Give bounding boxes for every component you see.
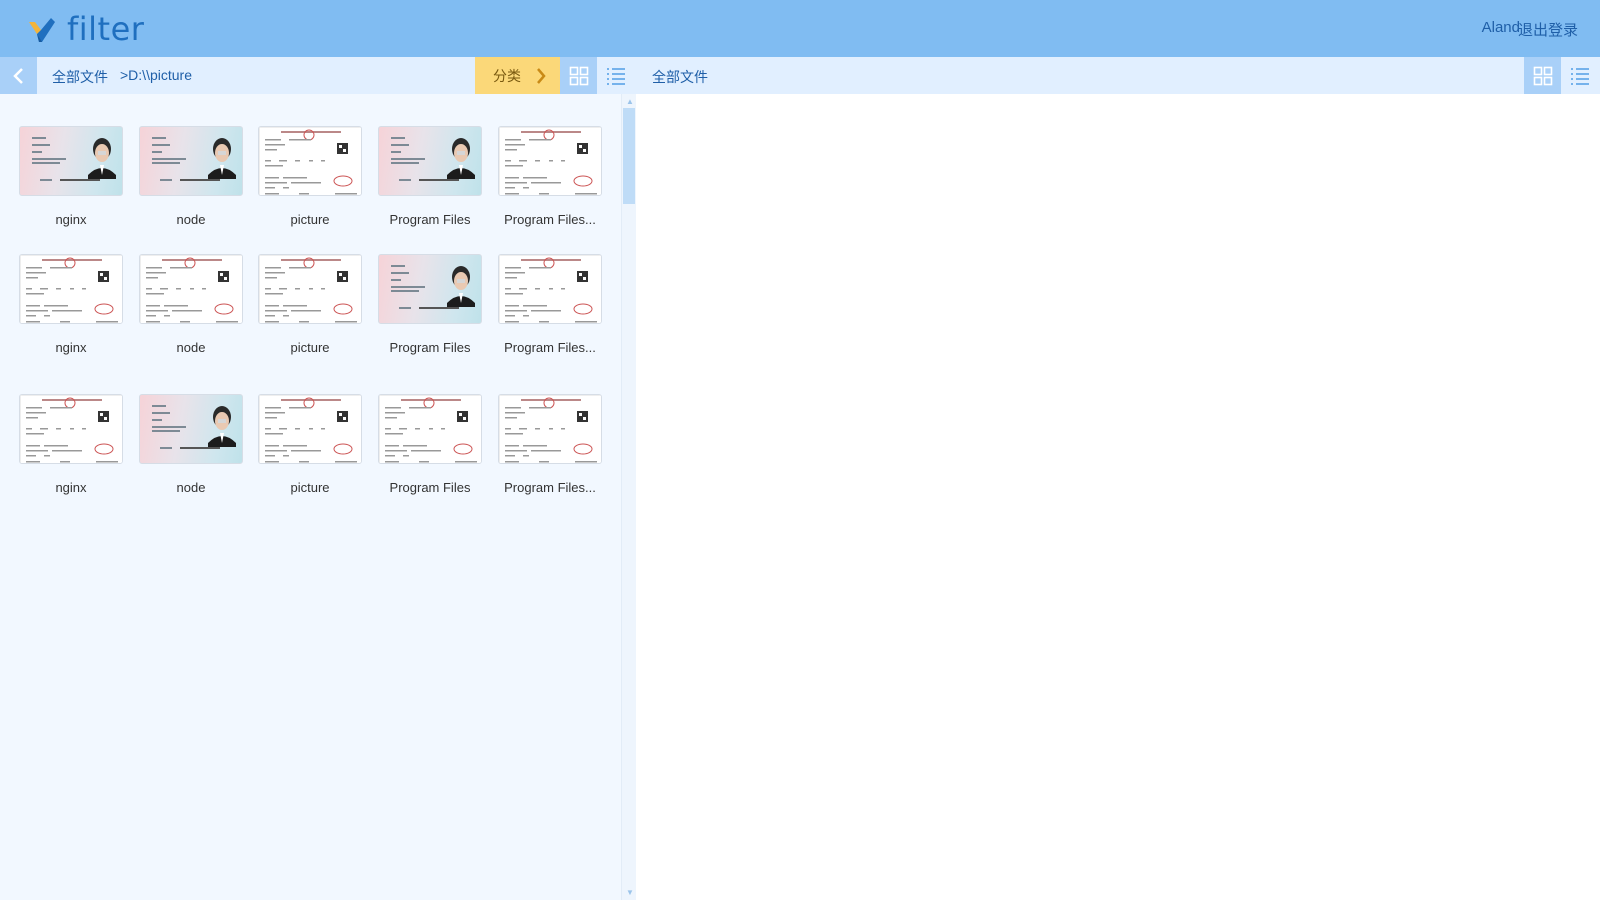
file-name: picture — [290, 340, 330, 355]
right-breadcrumb-root[interactable]: 全部文件 — [652, 67, 708, 87]
id-card-thumbnail[interactable] — [139, 394, 243, 464]
file-name: picture — [290, 480, 330, 495]
id-card-thumbnail[interactable] — [378, 254, 482, 324]
logout-link[interactable]: 退出登录 — [1518, 19, 1578, 40]
back-button[interactable] — [0, 57, 37, 94]
vertical-scrollbar[interactable]: ▲ ▼ — [621, 94, 636, 900]
file-name: Program Files — [389, 212, 471, 227]
grid-icon — [569, 66, 588, 85]
file-tile[interactable]: picture — [255, 254, 365, 355]
id-card-thumbnail[interactable] — [139, 126, 243, 196]
breadcrumb-root[interactable]: 全部文件 — [52, 67, 108, 87]
file-tile[interactable]: nginx — [16, 126, 126, 227]
file-name: Program Files — [389, 480, 471, 495]
user-name[interactable]: Aland — [1482, 19, 1520, 36]
file-tile[interactable]: nginx — [16, 394, 126, 495]
file-tile[interactable]: Program Files — [375, 254, 485, 355]
certificate-thumbnail[interactable] — [19, 254, 123, 324]
certificate-thumbnail[interactable] — [258, 126, 362, 196]
file-tile[interactable]: node — [136, 394, 246, 495]
file-tile[interactable]: Program Files... — [495, 394, 605, 495]
file-name: node — [176, 480, 206, 495]
file-name: nginx — [55, 480, 87, 495]
scroll-down-arrow-icon[interactable]: ▼ — [626, 888, 634, 897]
certificate-thumbnail[interactable] — [498, 394, 602, 464]
id-card-thumbnail[interactable] — [19, 126, 123, 196]
file-tile[interactable]: Program Files — [375, 126, 485, 227]
list-icon — [606, 67, 625, 85]
file-name: node — [176, 212, 206, 227]
right-list-view-button[interactable] — [1561, 57, 1598, 94]
file-name: Program Files... — [504, 480, 596, 495]
file-tile[interactable]: picture — [255, 394, 365, 495]
file-name: node — [176, 340, 206, 355]
certificate-thumbnail[interactable] — [19, 394, 123, 464]
grid-icon — [1533, 66, 1552, 85]
file-tile[interactable]: node — [136, 254, 246, 355]
file-name: Program Files — [389, 340, 471, 355]
category-label: 分类 — [493, 67, 521, 84]
file-tile[interactable]: Program Files... — [495, 254, 605, 355]
file-tile[interactable]: Program Files — [375, 394, 485, 495]
chevron-right-icon — [537, 67, 546, 84]
left-toolbar: 全部文件 >D:\\picture 分类 — [0, 57, 636, 94]
certificate-thumbnail[interactable] — [139, 254, 243, 324]
file-tile[interactable]: node — [136, 126, 246, 227]
logo-text: filter — [67, 10, 145, 48]
certificate-thumbnail[interactable] — [378, 394, 482, 464]
certificate-thumbnail[interactable] — [258, 254, 362, 324]
right-grid-view-button[interactable] — [1524, 57, 1561, 94]
chevron-left-icon — [12, 67, 23, 84]
file-grid-pane: nginx node picture Program Files Program Fil… — [0, 94, 621, 900]
top-header: filter Aland 退出登录 — [0, 0, 1600, 57]
certificate-thumbnail[interactable] — [498, 126, 602, 196]
list-view-button[interactable] — [597, 57, 634, 94]
file-tile[interactable]: Program Files... — [495, 126, 605, 227]
right-toolbar: 全部文件 — [636, 57, 1600, 94]
file-tile[interactable]: nginx — [16, 254, 126, 355]
scroll-up-arrow-icon[interactable]: ▲ — [626, 97, 634, 106]
certificate-thumbnail[interactable] — [498, 254, 602, 324]
breadcrumb-path[interactable]: >D:\\picture — [120, 67, 192, 83]
grid-view-button[interactable] — [560, 57, 597, 94]
list-icon — [1570, 67, 1589, 85]
file-name: picture — [290, 212, 330, 227]
certificate-thumbnail[interactable] — [258, 394, 362, 464]
file-name: nginx — [55, 340, 87, 355]
file-tile[interactable]: picture — [255, 126, 365, 227]
file-name: nginx — [55, 212, 87, 227]
preview-pane — [636, 94, 1600, 900]
scrollbar-thumb[interactable] — [623, 108, 635, 204]
app-logo[interactable]: filter — [27, 10, 145, 48]
file-name: Program Files... — [504, 340, 596, 355]
logo-icon — [29, 18, 55, 42]
file-name: Program Files... — [504, 212, 596, 227]
category-button[interactable]: 分类 — [475, 57, 560, 94]
id-card-thumbnail[interactable] — [378, 126, 482, 196]
